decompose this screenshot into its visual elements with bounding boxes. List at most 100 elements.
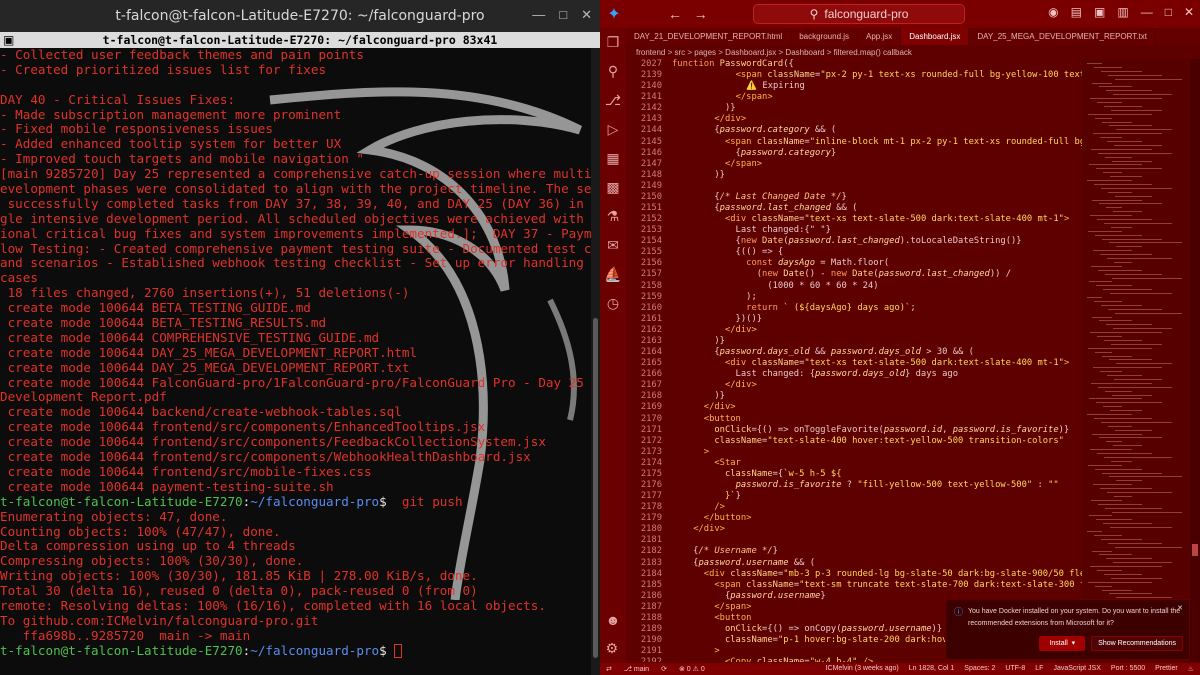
prettier-status[interactable]: Prettier: [1155, 665, 1178, 673]
testing-icon[interactable]: ⚗: [607, 208, 620, 225]
terminal-line: and scenarios - Established webhook test…: [0, 256, 591, 271]
code-text: {password.username && (: [666, 558, 815, 569]
close-icon[interactable]: ✕: [581, 7, 592, 23]
editor-scrollbar[interactable]: [1190, 59, 1200, 662]
code-text: return ` (${daysAgo} days ago)`;: [666, 302, 915, 314]
sidebar-icon[interactable]: ▥: [1117, 5, 1128, 19]
minimize-icon[interactable]: —: [532, 7, 545, 23]
source-control-icon[interactable]: ⎇: [605, 92, 621, 109]
minimize-icon[interactable]: —: [1141, 5, 1153, 19]
code-text: {/* Last Changed Date */}: [666, 192, 846, 203]
command-center-search[interactable]: ⚲ falconguard-pro: [753, 4, 965, 24]
line-number: 2145: [640, 136, 662, 147]
gear-icon[interactable]: ⚙: [606, 640, 621, 657]
line-number: 2144: [640, 125, 662, 136]
editor-tab[interactable]: DAY_21_DEVELOPMENT_REPORT.html: [626, 28, 792, 45]
language-mode[interactable]: JavaScript JSX: [1053, 665, 1100, 673]
line-number: 2180: [640, 524, 662, 535]
close-icon[interactable]: ✕: [1184, 5, 1194, 19]
terminal-text: create mode 100644 frontend/src/componen…: [0, 434, 546, 450]
install-button[interactable]: Install ▾: [1039, 636, 1086, 651]
line-number: 2156: [640, 258, 662, 269]
line-number: 2140: [640, 81, 662, 92]
account-icon[interactable]: ☻: [606, 612, 621, 628]
terminal-line: - Made subscription management more prom…: [0, 107, 591, 123]
git-blame-status[interactable]: ICMelvin (3 weeks ago): [826, 665, 899, 673]
code-token: ={: [772, 468, 784, 479]
maximize-icon[interactable]: □: [559, 7, 567, 23]
code-token: /* Username */: [698, 546, 773, 557]
minimap-line: [1090, 332, 1162, 334]
minimap-line: [1108, 308, 1162, 310]
docker-icon[interactable]: ⛵: [604, 266, 621, 283]
terminal-tab[interactable]: ▣ t-falcon@t-falcon-Latitude-E7270: ~/fa…: [0, 32, 600, 48]
terminal-text: create mode 100644 BETA_TESTING_RESULTS.…: [0, 315, 327, 331]
terminal-scrollbar[interactable]: [591, 48, 600, 675]
editor-tab[interactable]: Dashboard.jsx: [901, 28, 970, 45]
code-editor[interactable]: 2027 function PasswordCard({2139 <span cl…: [626, 59, 1082, 662]
bell-icon[interactable]: ♨: [1188, 665, 1194, 673]
code-line: 2174 <Star: [626, 458, 1082, 469]
remote-indicator-icon[interactable]: ⇄: [606, 665, 612, 673]
code-text: </div>: [666, 325, 757, 336]
minimap-line: [1096, 285, 1132, 287]
minimap-line: [1095, 117, 1112, 119]
code-token: {: [672, 147, 741, 158]
code-token: ` (${daysAgo} days ago)`: [783, 302, 911, 313]
cursor-position[interactable]: Ln 1828, Col 1: [909, 665, 955, 673]
timeline-icon[interactable]: ◷: [607, 295, 619, 312]
extensions-icon[interactable]: ▦: [606, 150, 619, 167]
code-token: Date: [783, 269, 805, 280]
search-icon[interactable]: ⚲: [608, 63, 618, 80]
code-text: {password.category}: [666, 147, 837, 159]
terminal-output[interactable]: - Collected user feedback themes and pai…: [0, 48, 591, 675]
minimap-line: [1114, 378, 1162, 380]
chat-icon[interactable]: ✉: [607, 237, 619, 254]
editor-tab[interactable]: App.jsx: [858, 28, 902, 45]
minimap-line: [1114, 144, 1162, 146]
layout-icon[interactable]: ▤: [1071, 5, 1082, 19]
code-token: {: [672, 236, 741, 247]
minimap-line: [1115, 78, 1182, 80]
minimap-line: [1113, 445, 1142, 447]
terminal-tab-icon: ▣: [3, 33, 15, 47]
remote-explorer-icon[interactable]: ▩: [606, 179, 619, 196]
show-recommendations-button[interactable]: Show Recommendations: [1091, 636, 1183, 651]
minimap[interactable]: [1082, 59, 1190, 662]
maximize-icon[interactable]: □: [1165, 5, 1172, 19]
minimap-line: [1106, 441, 1122, 443]
copilot-icon[interactable]: ◉: [1048, 5, 1058, 19]
run-debug-icon[interactable]: ▷: [608, 121, 619, 138]
line-number: 2143: [640, 114, 662, 125]
explorer-icon[interactable]: ❐: [607, 34, 620, 51]
terminal-text: t-falcon@t-falcon-Latitude-E7270: [0, 493, 243, 509]
indentation-status[interactable]: Spaces: 2: [964, 665, 995, 673]
editor-tab[interactable]: DAY_25_MEGA_DEVELOPMENT_REPORT.txt: [969, 28, 1156, 45]
line-number: 2027: [640, 59, 662, 69]
close-icon[interactable]: ✕: [1177, 604, 1183, 612]
minimap-line: [1107, 492, 1172, 493]
code-line: 2159 );: [626, 292, 1082, 303]
code-text: <Star: [666, 458, 740, 469]
breadcrumb[interactable]: frontend > src > pages > Dashboard.jsx >…: [636, 48, 912, 57]
branch-status[interactable]: ⎇ main: [624, 665, 649, 673]
line-number: 2146: [640, 147, 662, 158]
editor-tab[interactable]: background.js: [791, 28, 859, 45]
code-token: }: [830, 147, 837, 158]
eol-status[interactable]: LF: [1035, 665, 1043, 673]
nav-back-forward-icon[interactable]: ← →: [668, 6, 708, 22]
code-token: () -: [804, 269, 831, 280]
code-token: Last changed:{" "}: [672, 225, 831, 236]
terminal-line: create mode 100644 DAY_25_MEGA_DEVELOPME…: [0, 360, 591, 376]
problems-status[interactable]: ⊗ 0 ⚠ 0: [679, 665, 705, 673]
panel-icon[interactable]: ▣: [1094, 5, 1105, 19]
terminal-text: create mode 100644 frontend/src/mobile-f…: [0, 463, 372, 479]
minimap-line: [1097, 102, 1122, 103]
code-text: </div>: [666, 524, 725, 535]
encoding-status[interactable]: UTF-8: [1005, 665, 1025, 673]
sync-icon[interactable]: ⟳: [661, 665, 667, 673]
code-token: "mb-3 p-3 rounded-lg bg-slate-50 dark:bg…: [783, 568, 1082, 579]
port-status[interactable]: Port : 5500: [1111, 665, 1145, 673]
